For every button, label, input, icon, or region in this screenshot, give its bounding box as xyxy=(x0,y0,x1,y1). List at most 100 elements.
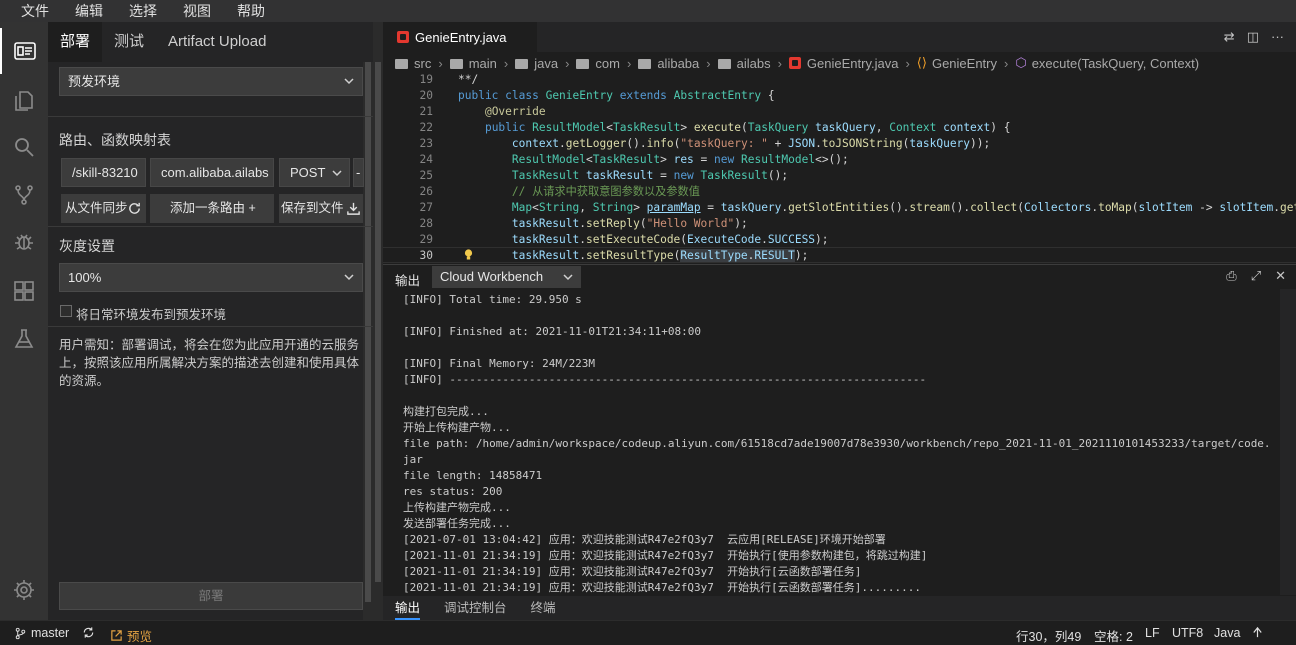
flask-icon[interactable] xyxy=(0,316,48,362)
menu-help[interactable]: 帮助 xyxy=(224,0,278,22)
feedback-icon[interactable] xyxy=(1251,626,1264,639)
split-editor-icon[interactable]: ◫ xyxy=(1247,29,1259,45)
folder-icon xyxy=(717,59,731,69)
compare-changes-icon[interactable]: ⇄ xyxy=(1224,29,1235,45)
folder-icon xyxy=(515,59,529,69)
code-line-current: 30 taskResult.setResultType(ResultType.R… xyxy=(419,249,809,262)
maximize-panel-icon[interactable]: ⤢ xyxy=(1251,268,1261,284)
settings-gear-icon[interactable] xyxy=(0,567,48,613)
preview-item[interactable]: 预览 xyxy=(110,626,152,645)
status-bar: master 预览 行30，列49 空格: 2 LF UTF8 Java xyxy=(0,620,1296,645)
route-method-value: POST xyxy=(290,165,326,180)
sidebar-splitter[interactable] xyxy=(373,22,383,620)
save-to-file-button[interactable]: 保存到文件 xyxy=(279,194,363,223)
menu-file[interactable]: 文件 xyxy=(8,0,62,22)
folder-icon xyxy=(576,59,590,69)
publish-to-preview-checkbox[interactable] xyxy=(60,305,72,317)
tab-debug-console[interactable]: 调试控制台 xyxy=(444,596,507,620)
route-method-select[interactable]: POST xyxy=(279,158,350,187)
java-file-icon xyxy=(397,31,409,43)
chevron-down-icon xyxy=(332,170,342,177)
language-mode[interactable]: Java xyxy=(1214,626,1240,640)
editor-tab-bar: GenieEntry.java ⇄ ◫ ··· xyxy=(383,22,1296,52)
menu-edit[interactable]: 编辑 xyxy=(62,0,116,22)
folder-icon xyxy=(449,59,463,69)
breadcrumb-item[interactable]: ailabs xyxy=(737,56,771,71)
divider xyxy=(48,116,373,117)
tab-deploy[interactable]: 部署 xyxy=(48,22,103,62)
output-scrollbar[interactable] xyxy=(1280,289,1296,595)
menu-selection[interactable]: 选择 xyxy=(116,0,170,22)
sync-icon[interactable] xyxy=(82,626,95,639)
code-line: 19 **/ xyxy=(419,73,479,86)
log-line: [2021-11-01 21:34:19] 应用：欢迎技能测试R47e2fQ3y… xyxy=(403,549,928,562)
breadcrumb-item[interactable]: execute(TaskQuery, Context) xyxy=(1032,56,1199,71)
save-to-file-label: 保存到文件 xyxy=(281,201,344,215)
more-actions-icon[interactable]: ··· xyxy=(1271,29,1284,45)
breadcrumb-item[interactable]: alibaba xyxy=(657,56,699,71)
log-line: [2021-11-01 21:34:19] 应用：欢迎技能测试R47e2fQ3y… xyxy=(403,581,922,594)
code-line: 22 public ResultModel<TaskResult> execut… xyxy=(419,121,1011,134)
breadcrumb-item[interactable]: GenieEntry xyxy=(932,56,997,71)
cursor-position[interactable]: 行30，列49 xyxy=(1016,626,1081,645)
code-editor[interactable]: 19 **/ 20 public class GenieEntry extends … xyxy=(383,72,1296,264)
git-branch-label: master xyxy=(31,626,70,640)
log-line: [INFO] ---------------------------------… xyxy=(403,373,927,386)
encoding[interactable]: UTF8 xyxy=(1172,626,1203,640)
gray-percent-select[interactable]: 100% xyxy=(59,263,363,292)
source-control-icon[interactable] xyxy=(0,172,48,218)
breadcrumb-item[interactable]: com xyxy=(595,56,620,71)
download-icon xyxy=(347,202,360,215)
output-panel-title: 输出 xyxy=(395,274,421,288)
add-route-button[interactable]: 添加一条路由 + xyxy=(150,194,274,223)
breadcrumb-item[interactable]: GenieEntry.java xyxy=(807,56,899,71)
breadcrumb: src › main › java › com › alibaba › ailabs › G… xyxy=(383,52,1296,74)
code-line: 25 TaskResult taskResult = new TaskResul… xyxy=(419,169,789,182)
output-channel-select[interactable]: Cloud Workbench xyxy=(432,266,581,288)
search-icon[interactable] xyxy=(0,124,48,170)
tab-output[interactable]: 输出 xyxy=(395,596,421,620)
sync-from-file-button[interactable]: 从文件同步 xyxy=(61,194,146,223)
folder-icon xyxy=(638,59,652,69)
breadcrumb-item[interactable]: java xyxy=(534,56,558,71)
sidebar-scrollbar[interactable] xyxy=(363,62,373,620)
close-panel-icon[interactable]: ✕ xyxy=(1275,268,1286,284)
route-remove-button[interactable]: - xyxy=(353,158,364,187)
lightbulb-icon[interactable] xyxy=(464,249,473,260)
end-of-line[interactable]: LF xyxy=(1145,626,1160,640)
route-path-input[interactable]: /skill-83210 xyxy=(61,158,146,187)
debug-icon[interactable] xyxy=(0,218,48,264)
chevron-down-icon xyxy=(563,274,573,281)
indentation[interactable]: 空格: 2 xyxy=(1094,626,1133,645)
output-log[interactable]: [INFO] Total time: 29.950 s [INFO] Finis… xyxy=(383,289,1280,595)
log-line: 构建打包完成... xyxy=(403,405,489,418)
log-line: [INFO] Final Memory: 24M/223M xyxy=(403,357,596,370)
sync-from-file-label: 从文件同步 xyxy=(65,201,128,215)
java-file-icon xyxy=(788,57,801,69)
code-line: 21 @Override xyxy=(419,105,546,118)
lock-output-icon[interactable]: ⎙ xyxy=(1226,268,1236,284)
deploy-button[interactable]: 部署 xyxy=(59,582,363,610)
files-icon[interactable] xyxy=(0,78,48,124)
log-line: [INFO] Finished at: 2021-11-01T21:34:11+… xyxy=(403,325,702,338)
class-icon: ⟨⟩ xyxy=(916,55,927,70)
tab-terminal[interactable]: 终端 xyxy=(531,596,556,620)
tab-artifact-upload[interactable]: Artifact Upload xyxy=(156,22,278,62)
log-line: 发送部署任务完成... xyxy=(403,517,511,530)
environment-select-value: 预发环境 xyxy=(68,74,121,89)
deploy-panel-icon[interactable] xyxy=(0,28,48,74)
git-branch-item[interactable]: master xyxy=(14,626,69,640)
code-line: 24 ResultModel<TaskResult> res = new Res… xyxy=(419,153,849,166)
external-link-icon xyxy=(111,630,122,641)
log-line: file path: /home/admin/workspace/codeup.… xyxy=(403,437,1271,450)
code-line: 23 context.getLogger().info("taskQuery: … xyxy=(419,137,991,150)
environment-select[interactable]: 预发环境 xyxy=(59,67,363,96)
tab-genie-entry-java[interactable]: GenieEntry.java xyxy=(383,22,537,52)
route-class-input[interactable]: com.alibaba.ailabs xyxy=(150,158,274,187)
extensions-icon[interactable] xyxy=(0,268,48,314)
menu-view[interactable]: 视图 xyxy=(170,0,224,22)
tab-test[interactable]: 测试 xyxy=(102,22,156,62)
divider xyxy=(48,326,373,327)
breadcrumb-item[interactable]: main xyxy=(469,56,497,71)
breadcrumb-item[interactable]: src xyxy=(414,56,431,71)
